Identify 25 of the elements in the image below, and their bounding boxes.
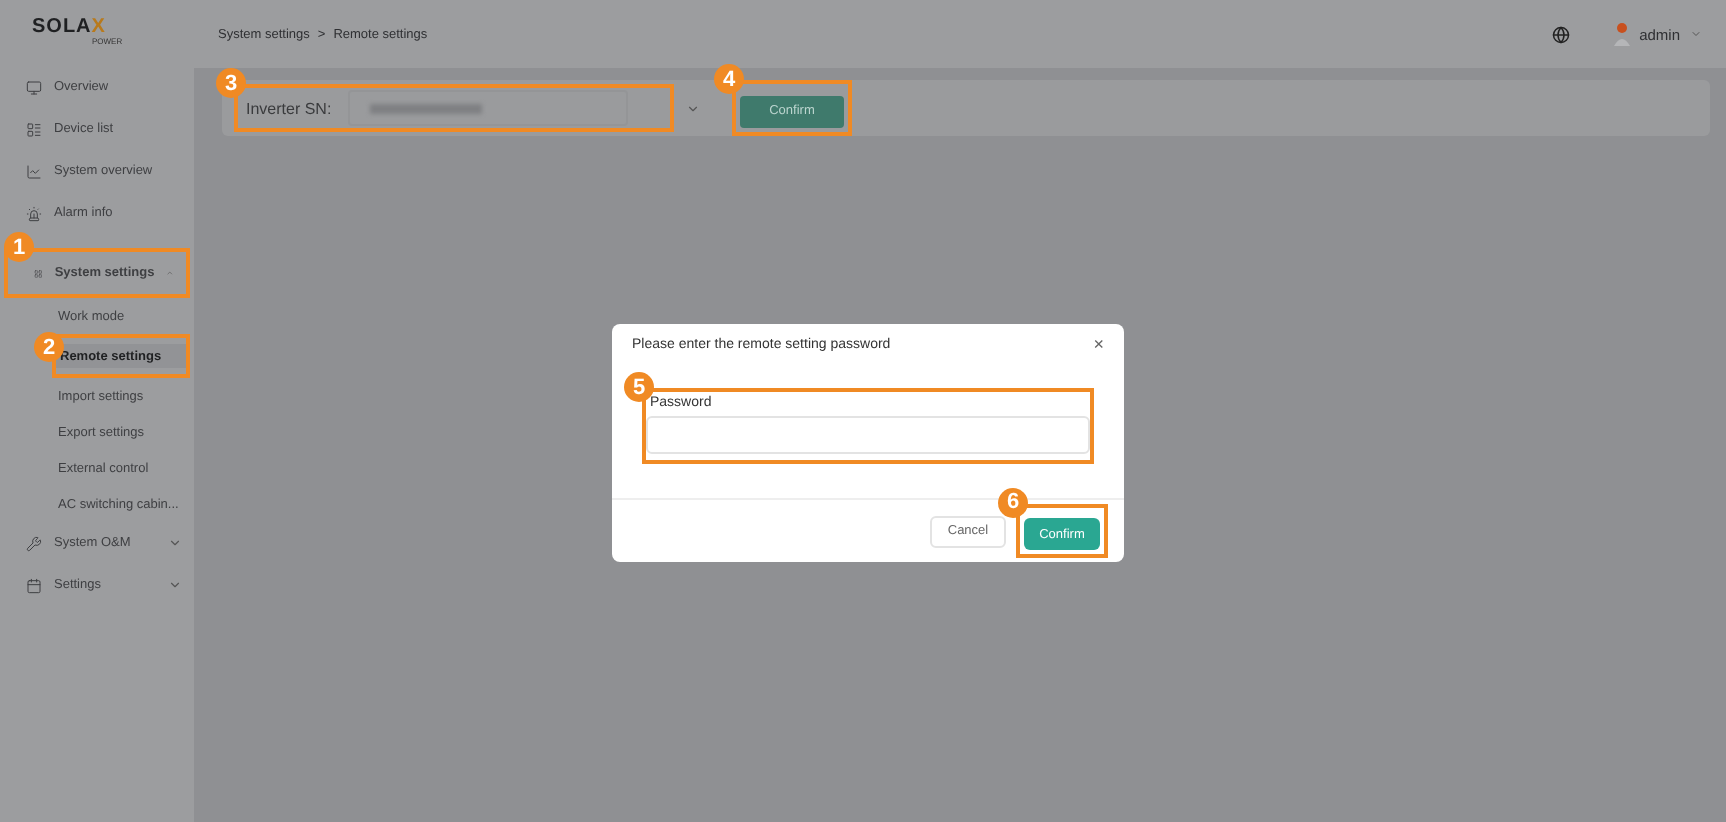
step-badge: 4 [714,64,744,95]
chevron-down-icon [168,578,182,592]
chevron-down-icon [168,536,182,550]
chevron-down-icon[interactable] [1690,28,1702,40]
siren-icon [26,205,42,221]
calendar-icon [26,577,42,593]
serial-select[interactable] [347,90,628,126]
grid-icon [34,265,43,281]
field-label: Inverter SN: [246,99,332,117]
password-field[interactable] [646,416,1090,454]
step-badge: 6 [998,487,1028,518]
line-chart-icon [26,163,42,179]
logo: SOLAX [32,16,106,38]
redacted-value [369,103,482,113]
list-icon [26,121,42,137]
step-badge: 1 [4,232,34,262]
avatar-icon[interactable] [1613,22,1630,46]
globe-icon[interactable] [1551,25,1570,43]
close-button[interactable]: × [1093,334,1104,354]
monitor-icon [26,79,42,95]
step-badge: 3 [216,68,246,98]
chevron-down-icon[interactable] [686,101,700,115]
step-badge: 5 [624,372,654,402]
wrench-icon [26,535,42,551]
step-badge: 2 [34,332,64,362]
